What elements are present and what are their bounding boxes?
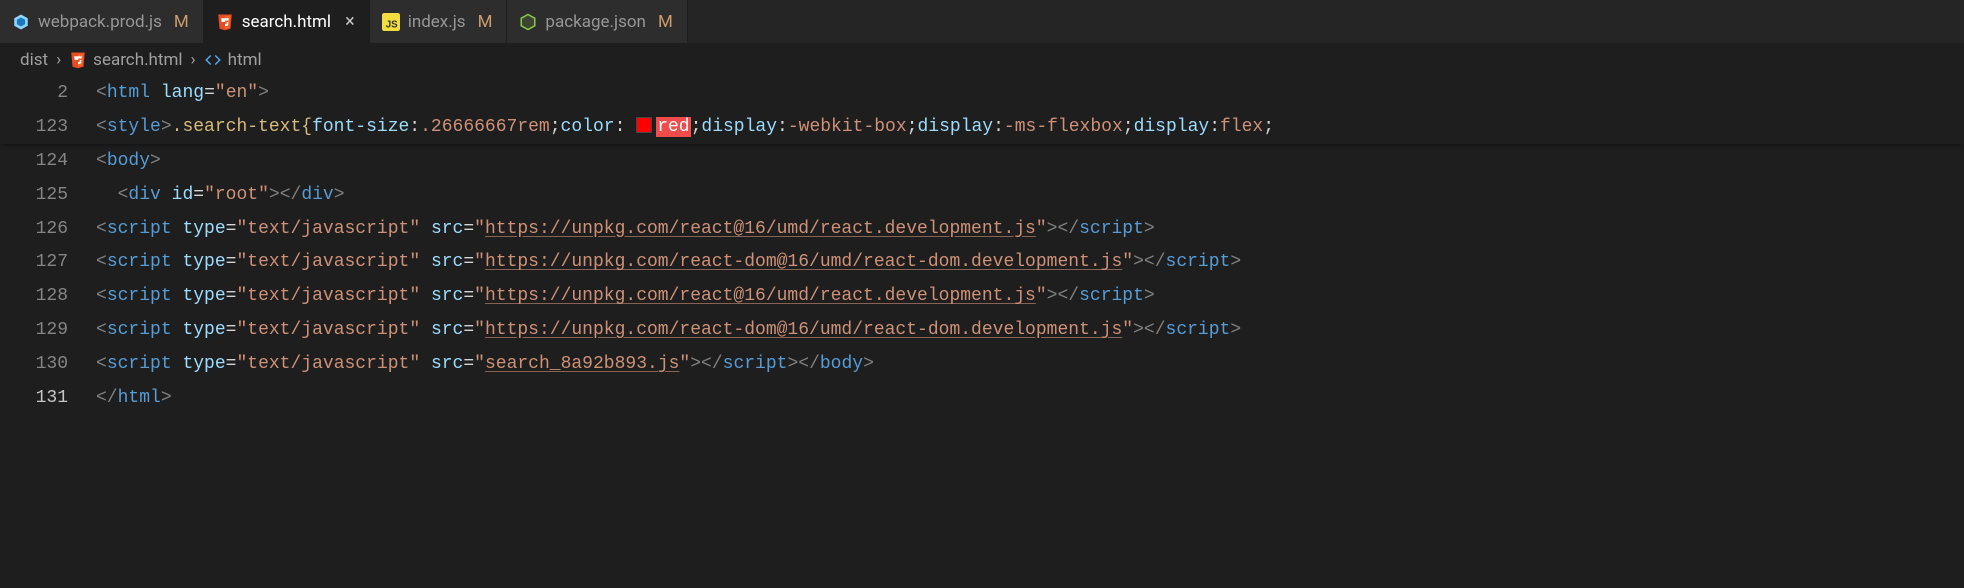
js-icon: JS: [382, 13, 400, 31]
tab-label: webpack.prod.js: [38, 12, 162, 32]
nodejs-icon: [519, 13, 537, 31]
modified-indicator: M: [478, 12, 493, 32]
code-line: 131 </html>: [0, 381, 1964, 415]
close-icon[interactable]: ×: [345, 11, 355, 32]
modified-indicator: M: [658, 12, 673, 32]
code-line: 123 <style>.search-text{font-size:.26666…: [0, 110, 1964, 144]
webpack-icon: [12, 13, 30, 31]
code-content: <body>: [96, 151, 1964, 171]
line-number: 125: [0, 185, 96, 205]
code-content: <script type="text/javascript" src="http…: [96, 219, 1964, 239]
color-swatch-icon: [636, 117, 652, 133]
code-content: <script type="text/javascript" src="sear…: [96, 354, 1964, 374]
line-number: 124: [0, 151, 96, 171]
code-content: </html>: [96, 388, 1964, 408]
code-content: <script type="text/javascript" src="http…: [96, 286, 1964, 306]
code-content: <script type="text/javascript" src="http…: [96, 252, 1964, 272]
tab-package-json[interactable]: package.json M: [507, 0, 687, 43]
svg-text:JS: JS: [385, 19, 397, 30]
modified-indicator: M: [174, 12, 189, 32]
code-line: 125 <div id="root"></div>: [0, 178, 1964, 212]
html-icon: [69, 51, 87, 69]
line-number: 126: [0, 219, 96, 239]
code-line: 2 <html lang="en">: [0, 76, 1964, 110]
line-number: 2: [0, 83, 96, 103]
tab-index-js[interactable]: JS index.js M: [370, 0, 508, 43]
line-number: 127: [0, 252, 96, 272]
line-number: 130: [0, 354, 96, 374]
code-line: 130 <script type="text/javascript" src="…: [0, 347, 1964, 381]
chevron-right-icon: ›: [56, 50, 61, 70]
breadcrumb-symbol[interactable]: html: [204, 50, 262, 70]
chevron-right-icon: ›: [191, 50, 196, 70]
editor-tabs: webpack.prod.js M search.html × JS index…: [0, 0, 1964, 44]
tab-search-html[interactable]: search.html ×: [204, 0, 370, 43]
tab-webpack-prod[interactable]: webpack.prod.js M: [0, 0, 204, 43]
code-content: <div id="root"></div>: [96, 185, 1964, 205]
code-content: <style>.search-text{font-size:.26666667r…: [96, 117, 1964, 137]
line-number: 128: [0, 286, 96, 306]
breadcrumb-file[interactable]: search.html: [69, 50, 182, 70]
line-number: 131: [0, 388, 96, 408]
search-highlight: red: [656, 117, 690, 137]
html-icon: [216, 13, 234, 31]
code-line: 126 <script type="text/javascript" src="…: [0, 212, 1964, 246]
code-line: 129 <script type="text/javascript" src="…: [0, 313, 1964, 347]
breadcrumb[interactable]: dist › search.html › html: [0, 44, 1964, 76]
code-content: <script type="text/javascript" src="http…: [96, 320, 1964, 340]
tab-label: index.js: [408, 12, 466, 32]
breadcrumb-folder[interactable]: dist: [20, 50, 48, 70]
code-content: <html lang="en">: [96, 83, 1964, 103]
code-line: 128 <script type="text/javascript" src="…: [0, 279, 1964, 313]
tab-label: package.json: [545, 12, 646, 32]
tab-label: search.html: [242, 12, 331, 32]
line-number: 123: [0, 117, 96, 137]
symbol-icon: [204, 51, 222, 69]
code-editor[interactable]: 2 <html lang="en"> 123 <style>.search-te…: [0, 76, 1964, 415]
code-line: 124 <body>: [0, 144, 1964, 178]
code-line: 127 <script type="text/javascript" src="…: [0, 245, 1964, 279]
line-number: 129: [0, 320, 96, 340]
